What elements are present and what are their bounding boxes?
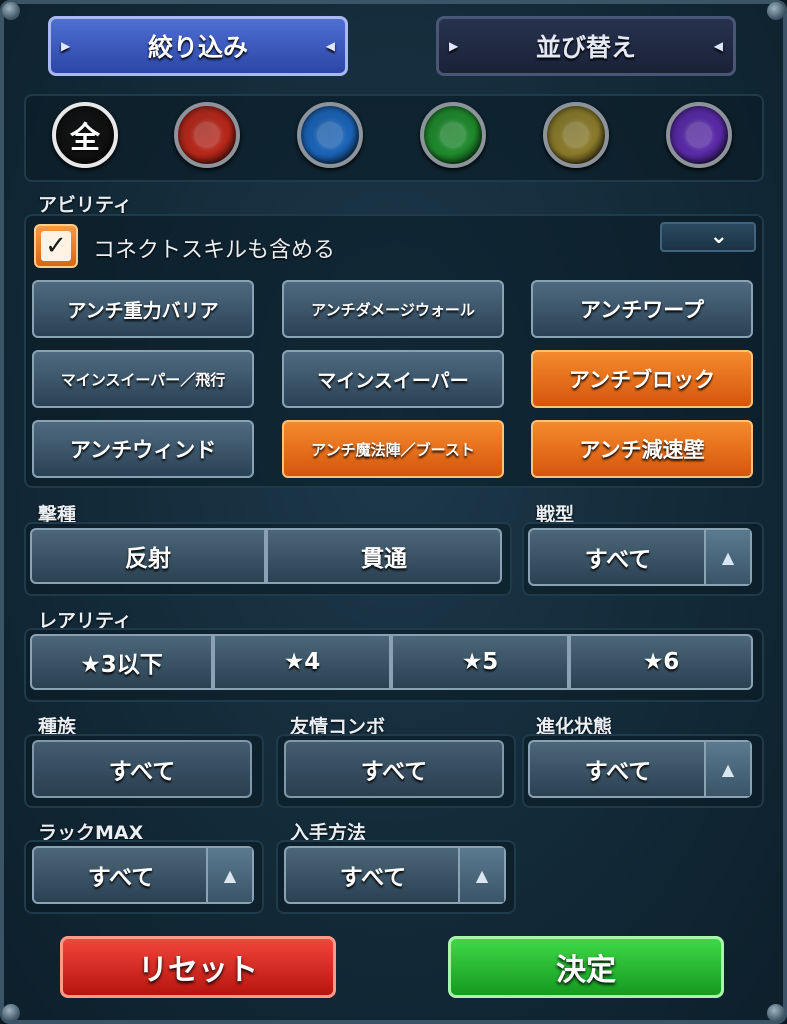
attack-type-option-label: 反射 [125,546,171,572]
rarity-option-button[interactable]: ★6 [569,634,753,690]
battle-type-value: すべて [584,547,652,573]
ability-option-button[interactable]: アンチブロック [531,350,753,408]
connect-skill-label: コネクトスキルも含める [93,238,336,263]
corner-rivet [2,2,20,20]
reset-button[interactable]: リセット [60,936,336,998]
element-all-label: 全 [70,121,100,156]
ability-option-label: アンチ減速壁 [579,438,705,462]
chevron-up-icon[interactable]: ▲ [206,848,252,902]
attack-type-pierce-button[interactable]: 貫通 [266,528,502,584]
ability-option-button[interactable]: アンチダメージウォール [282,280,504,338]
element-fire-emblem [194,122,220,148]
rarity-option-button[interactable]: ★4 [213,634,391,690]
attack-type-reflect-button[interactable]: 反射 [30,528,266,584]
element-fire-icon[interactable] [174,102,240,168]
attack-type-option-label: 貫通 [361,546,407,572]
chevron-up-icon[interactable]: ▲ [704,742,750,796]
confirm-button[interactable]: 決定 [448,936,724,998]
element-light-icon[interactable] [543,102,609,168]
luck-max-dropdown[interactable]: すべて ▲ [32,846,254,904]
element-water-icon[interactable] [297,102,363,168]
rarity-option-label: ★3以下 [80,652,163,678]
corner-rivet [767,2,785,20]
element-wood-emblem [440,122,466,148]
tab-left-arrow-icon: ▶ [61,39,71,53]
ability-option-button[interactable]: マインスイーパー／飛行 [32,350,254,408]
reset-button-label: リセット [138,953,258,988]
ability-option-label: アンチウィンド [69,438,217,462]
ability-option-label: アンチワープ [580,298,704,322]
tab-sort-label: 並び替え [535,33,636,62]
friend-combo-dropdown[interactable]: すべて [284,740,504,798]
element-dark-emblem [686,122,712,148]
expand-toggle[interactable]: ⌄ [660,222,756,252]
evolution-value: すべて [584,759,652,785]
element-light-emblem [563,122,589,148]
confirm-button-label: 決定 [556,953,616,988]
obtain-method-value: すべて [339,865,407,891]
element-filter-row [24,94,764,182]
ability-option-label: アンチダメージウォール [311,300,475,319]
evolution-dropdown[interactable]: すべて ▲ [528,740,752,798]
corner-rivet [2,1004,20,1022]
ability-option-button[interactable]: アンチ魔法陣／ブースト [282,420,504,478]
ability-option-label: アンチ魔法陣／ブースト [311,440,475,459]
element-water-emblem [317,122,343,148]
checkmark-icon: ✓ [41,231,71,261]
obtain-method-dropdown[interactable]: すべて ▲ [284,846,506,904]
chevron-up-icon[interactable]: ▲ [458,848,504,902]
chevron-up-icon[interactable]: ▲ [704,530,750,584]
rarity-option-label: ★5 [461,649,499,675]
ability-section-label: アビリティ [38,194,132,216]
luck-max-value: すべて [87,865,155,891]
tab-filter[interactable]: ▶ 絞り込み ◀ [48,16,348,76]
tab-right-arrow-icon: ◀ [713,39,723,53]
ability-option-label: マインスイーパー／飛行 [60,370,226,389]
friend-combo-value: すべて [360,759,428,785]
tribe-dropdown[interactable]: すべて [32,740,252,798]
battle-type-dropdown[interactable]: すべて ▲ [528,528,752,586]
tribe-value: すべて [108,759,176,785]
ability-option-label: マインスイーパー [317,369,469,392]
tab-sort[interactable]: ▶ 並び替え ◀ [436,16,736,76]
ability-option-button[interactable]: マインスイーパー [282,350,504,408]
rarity-option-button[interactable]: ★5 [391,634,569,690]
corner-rivet [767,1004,785,1022]
connect-skill-checkbox[interactable]: ✓ [34,224,78,268]
element-wood-icon[interactable] [420,102,486,168]
element-dark-icon[interactable] [666,102,732,168]
chevron-down-icon: ⌄ [709,224,728,249]
ability-option-button[interactable]: アンチ重力バリア [32,280,254,338]
tab-left-arrow-icon: ▶ [449,39,459,53]
tab-filter-label: 絞り込み [147,33,248,62]
ability-option-button[interactable]: アンチ減速壁 [531,420,753,478]
element-all-icon[interactable]: 全 [52,102,118,168]
ability-option-button[interactable]: アンチウィンド [32,420,254,478]
ability-option-label: アンチ重力バリア [67,299,219,322]
ability-option-button[interactable]: アンチワープ [531,280,753,338]
tab-right-arrow-icon: ◀ [325,39,335,53]
ability-option-label: アンチブロック [568,368,716,392]
rarity-option-button[interactable]: ★3以下 [30,634,213,690]
rarity-option-label: ★4 [283,649,321,675]
rarity-option-label: ★6 [642,649,680,675]
